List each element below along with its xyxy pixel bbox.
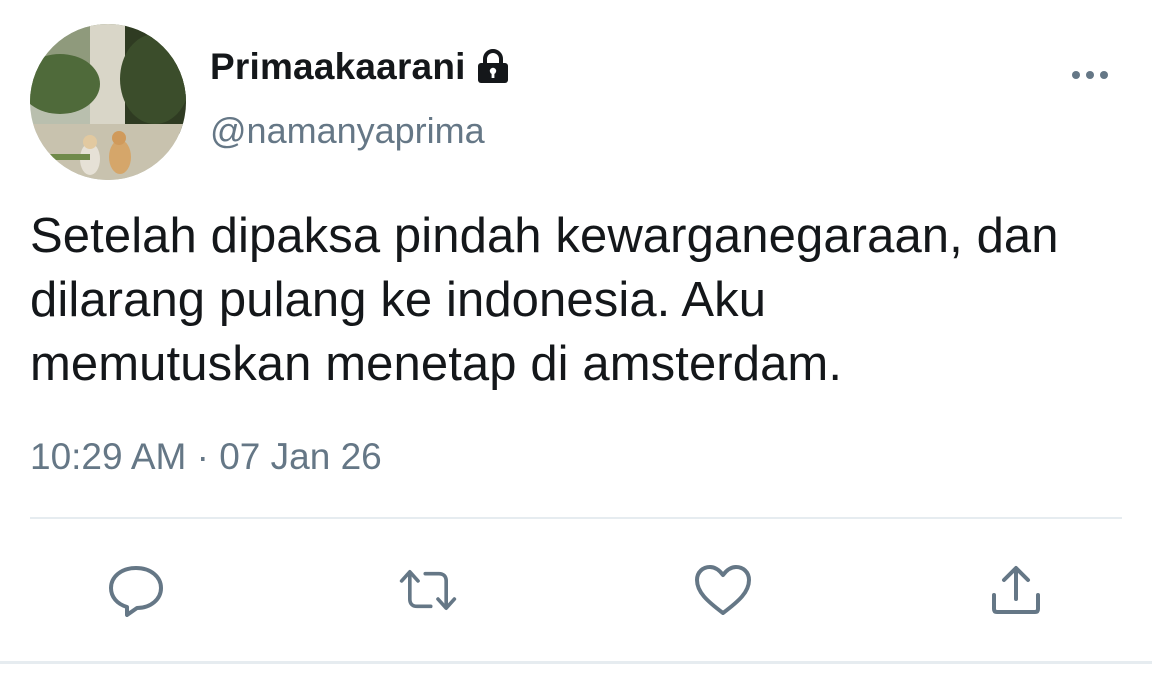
divider: [30, 517, 1122, 519]
more-button[interactable]: [1066, 62, 1114, 88]
reply-icon: [109, 566, 163, 617]
retweet-icon: [399, 569, 457, 610]
tweet-card: Primaakaarani @namanyaprima Setelah dipa…: [0, 0, 1152, 681]
avatar-photo: [30, 24, 186, 180]
retweet-button[interactable]: [398, 562, 458, 618]
bottom-divider: [0, 661, 1152, 664]
more-icon: [1072, 71, 1108, 79]
share-button[interactable]: [986, 562, 1046, 618]
user-handle[interactable]: @namanyaprima: [210, 110, 485, 152]
avatar[interactable]: [30, 24, 186, 180]
heart-icon: [695, 565, 751, 615]
name-row: Primaakaarani: [210, 44, 512, 90]
lock-icon: [474, 48, 512, 86]
tweet-timestamp[interactable]: 10:29 AM · 07 Jan 26: [30, 436, 382, 478]
tweet-text: Setelah dipaksa pindah kewarganegaraan, …: [30, 209, 1059, 391]
reply-button[interactable]: [106, 562, 166, 618]
display-name[interactable]: Primaakaarani: [210, 46, 466, 88]
like-button[interactable]: [693, 562, 753, 618]
share-icon: [992, 566, 1040, 614]
